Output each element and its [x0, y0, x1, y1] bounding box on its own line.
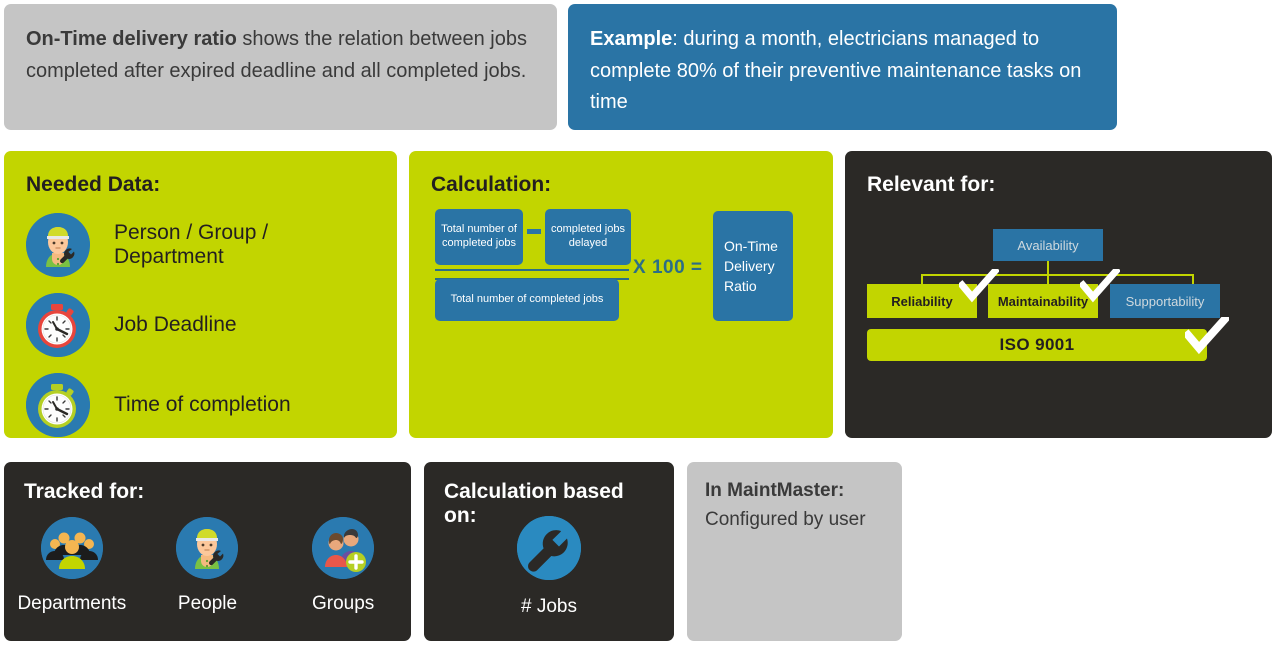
needed-data-item-label: Person / Group / Department [114, 221, 269, 268]
red-stopwatch-icon [26, 293, 90, 357]
tree-connector-vertical-top [1047, 261, 1049, 275]
checkmark-icon [959, 269, 999, 303]
department-group-icon [40, 517, 103, 579]
formula-numerator-left: Total number of completed jobs [435, 209, 523, 265]
tracked-for-items: Departments People Groups [4, 517, 411, 615]
needed-data-title: Needed Data: [26, 173, 161, 196]
formula-multiplier: X 100 = [633, 257, 703, 278]
maintmaster-wrench-logo [515, 514, 583, 582]
calculation-formula: Total number of completed jobs completed… [435, 209, 815, 329]
formula-numerator-right: completed jobs delayed [545, 209, 631, 265]
needed-data-item-label: Time of completion [114, 393, 291, 416]
tracked-for-item: Groups [283, 517, 403, 615]
tree-node-supportability: Supportability [1110, 284, 1220, 318]
needed-data-item-label: Job Deadline [114, 313, 237, 336]
example-panel: Example: during a month, electricians ma… [568, 4, 1117, 130]
in-maintmaster-value: Configured by user [705, 509, 866, 530]
needed-data-panel: Needed Data: Person / Group / Department [4, 151, 397, 438]
calculation-panel: Calculation: Total number of completed j… [409, 151, 833, 438]
formula-result: On-Time Delivery Ratio [713, 211, 793, 321]
relevant-for-tree: Availability Reliability Maintainability… [867, 229, 1229, 361]
needed-data-item: Person / Group / Department [26, 213, 375, 277]
tracked-for-item: People [147, 517, 267, 615]
tracked-for-panel: Tracked for: Departments People Groups [4, 462, 411, 641]
definition-term: On-Time delivery ratio [26, 28, 237, 50]
tree-node-availability: Availability [993, 229, 1103, 261]
add-group-icon [312, 517, 375, 579]
green-stopwatch-icon [26, 373, 90, 437]
tracked-for-item-label: Groups [311, 593, 375, 614]
relevant-for-title: Relevant for: [867, 173, 996, 196]
checkmark-icon [1080, 269, 1120, 303]
calculation-title: Calculation: [431, 173, 552, 196]
tracked-for-item: Departments [12, 517, 132, 615]
tracked-for-title: Tracked for: [24, 480, 145, 503]
checkmark-icon [1185, 317, 1229, 355]
tracked-for-item-label: People [177, 593, 238, 614]
in-maintmaster-panel: In MaintMaster: Configured by user [687, 462, 902, 641]
calculation-based-on-content: # Jobs [424, 514, 674, 618]
formula-minus-icon [527, 229, 541, 234]
needed-data-item: Job Deadline [26, 293, 375, 357]
definition-panel: On-Time delivery ratio shows the relatio… [4, 4, 557, 130]
example-label: Example [590, 28, 673, 50]
calculation-based-on-panel: Calculation based on: # Jobs [424, 462, 674, 641]
tree-node-iso-9001: ISO 9001 [867, 329, 1207, 361]
tracked-for-item-label: Departments [17, 593, 127, 614]
relevant-for-panel: Relevant for: Availability Reliability M… [845, 151, 1272, 438]
in-maintmaster-title: In MaintMaster: [705, 480, 845, 501]
worker-wrench-icon [26, 213, 90, 277]
needed-data-item: Time of completion [26, 373, 375, 437]
formula-denominator: Total number of completed jobs [435, 279, 619, 321]
worker-wrench-icon [176, 517, 239, 579]
calculation-based-on-unit: # Jobs [521, 596, 577, 617]
